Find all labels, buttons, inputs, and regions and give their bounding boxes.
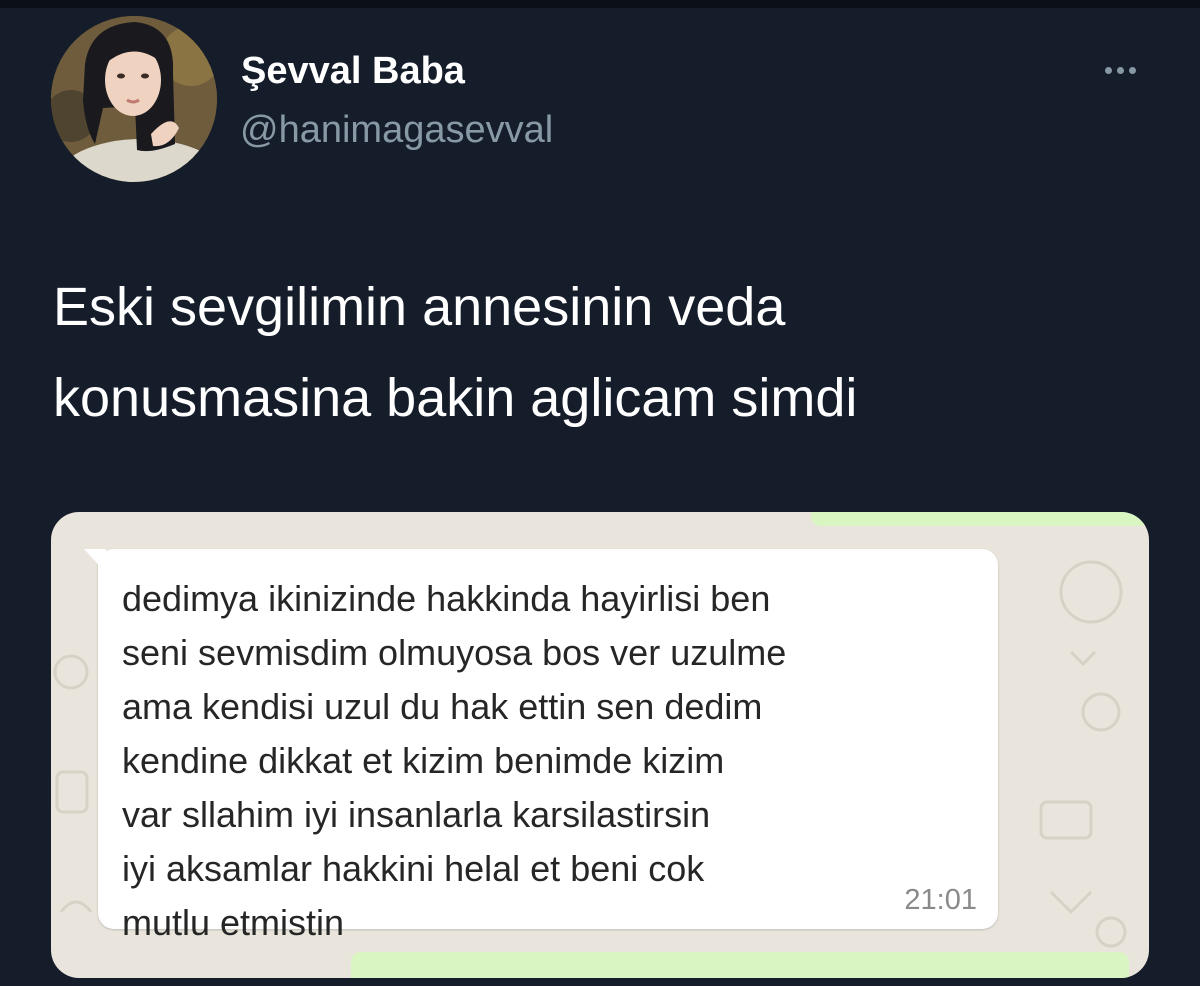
more-horizontal-icon-dot: [1116, 66, 1124, 74]
outgoing-message-bubble: [811, 512, 1149, 526]
tweet-text: Eski sevgilimin annesinin veda konusmasi…: [53, 262, 1153, 444]
tweet-text-line: Eski sevgilimin annesinin veda: [53, 277, 786, 337]
author-handle[interactable]: @hanimagasevval: [240, 109, 553, 152]
top-edge: [0, 0, 1200, 8]
avatar[interactable]: [51, 16, 217, 182]
author-display-name[interactable]: Şevval Baba: [241, 50, 465, 93]
tweet-media-image[interactable]: dedimya ikinizinde hakkinda hayirlisi be…: [51, 512, 1149, 978]
avatar-photo: [51, 16, 217, 182]
incoming-message-bubble: dedimya ikinizinde hakkinda hayirlisi be…: [84, 549, 998, 943]
message-text: dedimya ikinizinde hakkinda hayirlisi be…: [122, 572, 982, 950]
more-options-button[interactable]: [1090, 52, 1150, 88]
more-horizontal-icon-dot: [1128, 66, 1136, 74]
message-timestamp: 21:01: [904, 884, 977, 916]
message-line: iyi aksamlar hakkini helal et beni cok: [122, 848, 705, 889]
message-line: seni sevmisdim olmuyosa bos ver uzulme: [122, 632, 787, 673]
more-horizontal-icon: [1104, 66, 1112, 74]
message-line: var sllahim iyi insanlarla karsilastirsi…: [122, 794, 711, 835]
message-line: kendine dikkat et kizim benimde kizim: [122, 740, 725, 781]
tweet-text-line: konusmasina bakin aglicam simdi: [53, 368, 858, 428]
outgoing-message-bubble: [351, 952, 1129, 978]
message-line: mutlu etmistin: [122, 902, 345, 943]
bubble-tail: [84, 549, 106, 573]
message-line: ama kendisi uzul du hak ettin sen dedim: [122, 686, 763, 727]
message-line: dedimya ikinizinde hakkinda hayirlisi be…: [122, 578, 771, 619]
